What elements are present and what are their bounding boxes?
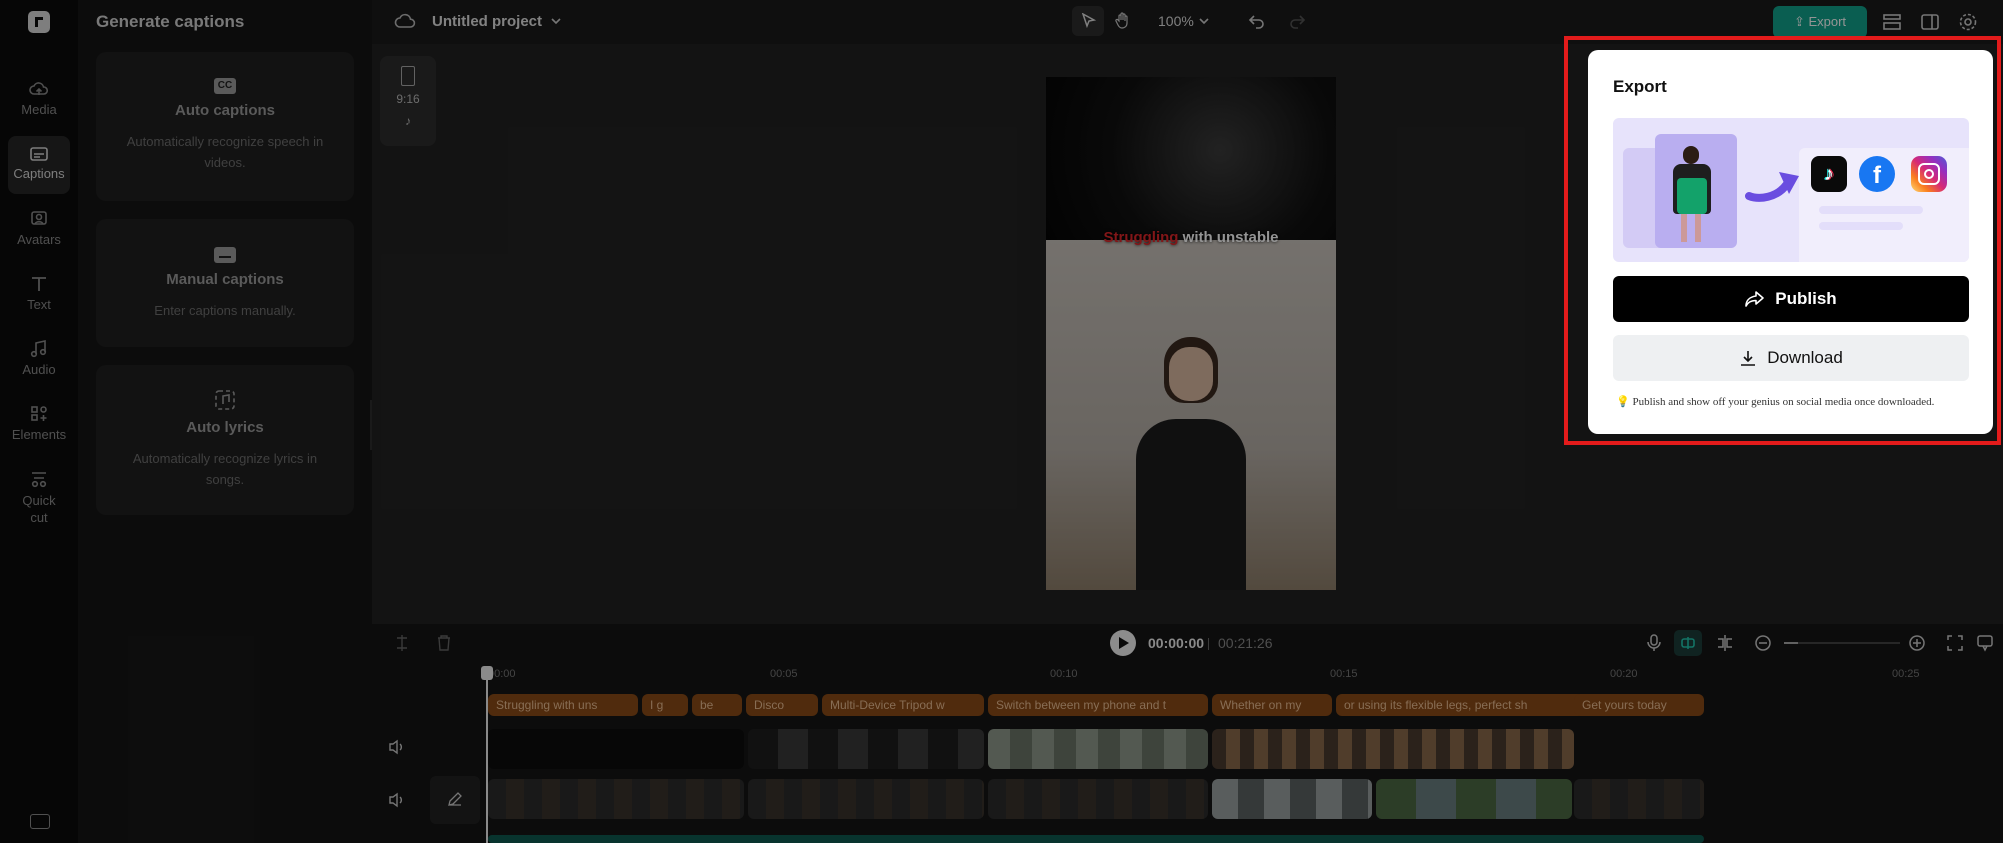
highlight-frame	[1564, 36, 2001, 445]
